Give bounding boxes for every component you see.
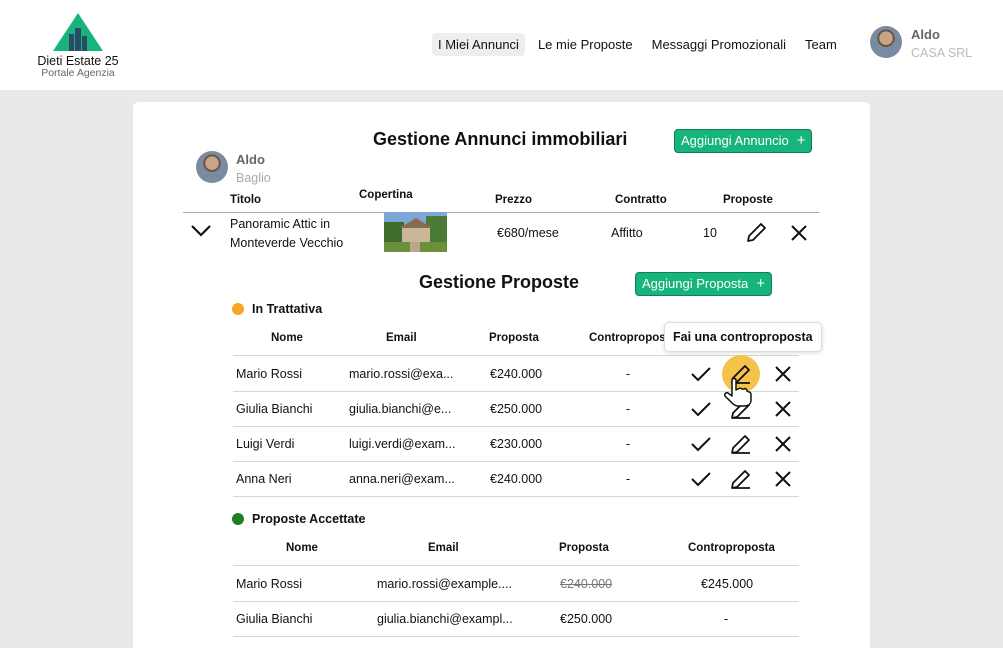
accepted-status-dot [232,513,244,525]
pending-counter: - [626,402,631,416]
add-proposal-button[interactable]: Aggiungi Proposta + [635,272,773,296]
pending-name: Mario Rossi [236,367,302,381]
col-cover: Copertina [359,189,413,201]
main-nav: I Miei Annunci Le mie Proposte Messaggi … [432,33,850,56]
pending-col-counter: Controproposta [589,332,676,344]
accepted-email: mario.rossi@example.... [377,577,512,591]
pending-col-amount: Proposta [489,332,539,344]
pending-col-name: Nome [271,332,303,344]
pending-amount: €240.000 [490,367,543,381]
accepted-amount: €250.000 [560,612,613,626]
pending-amount: €240.000 [490,472,543,486]
reject-x-icon[interactable] [774,435,792,453]
listing-proposal-count: 10 [703,226,717,240]
pending-name: Luigi Verdi [236,437,295,451]
counter-proposal-tooltip: Fai una controproposta [664,322,822,352]
row-divider [233,496,799,497]
delete-listing-icon[interactable] [790,224,808,242]
pending-counter: - [626,472,631,486]
pending-section-title: In Trattativa [252,302,323,316]
listing-title-line1: Panoramic Attic in [230,217,331,231]
accepted-col-email: Email [428,542,459,554]
col-contract: Contratto [615,194,667,206]
col-title: Titolo [230,194,262,206]
accepted-original-amount: €240.000 [560,577,613,591]
nav-my-listings[interactable]: I Miei Annunci [432,33,525,56]
accept-check-icon[interactable] [690,435,712,453]
pending-header-divider [233,355,799,356]
accepted-name: Mario Rossi [236,577,302,591]
edit-listing-icon[interactable] [743,220,769,246]
pending-email: mario.rossi@exa... [349,367,454,381]
brand-logo[interactable]: Dieti Estate 25 Portale Agenzia [30,12,126,78]
proposals-title: Gestione Proposte [419,272,580,292]
user-avatar [870,26,902,58]
accept-check-icon[interactable] [690,470,712,488]
reject-x-icon[interactable] [774,470,792,488]
col-price: Prezzo [495,194,533,206]
add-proposal-label: Aggiungi Proposta [642,276,749,291]
accepted-email: giulia.bianchi@exampl... [377,612,513,626]
listing-title-line2: Monteverde Vecchio [230,236,344,250]
brand-name: Dieti Estate 25 [37,54,119,68]
chevron-down-icon[interactable] [190,224,212,238]
pending-amount: €230.000 [490,437,543,451]
pending-counter: - [626,367,631,381]
accepted-name: Giulia Bianchi [236,612,313,626]
listing-title[interactable]: Panoramic Attic in Monteverde Vecchio [230,215,343,253]
counter-proposal-pencil-icon[interactable] [728,431,754,457]
plus-icon: + [756,275,766,292]
pending-amount: €250.000 [490,402,543,416]
accepted-section-title: Proposte Accettate [252,512,366,526]
col-proposals: Proposte [723,194,773,206]
accepted-counter: - [724,612,729,626]
pending-counter: - [626,437,631,451]
accepted-header-divider [233,565,799,566]
nav-my-proposals[interactable]: Le mie Proposte [532,33,639,56]
row-divider [233,636,799,637]
counter-proposal-pencil-icon[interactable] [728,466,754,492]
table-divider [183,212,819,213]
hand-cursor-icon [724,377,752,407]
user-name: Aldo [911,27,940,42]
add-listing-button[interactable]: Aggiungi Annuncio + [674,129,813,153]
plus-icon: + [796,132,806,149]
add-listing-label: Aggiungi Annuncio [681,133,789,148]
listing-contract: Affitto [611,226,643,240]
listing-price: €680/mese [497,226,559,240]
pending-email: luigi.verdi@exam... [349,437,456,451]
brand-subtitle: Portale Agenzia [41,67,115,79]
pending-status-dot [232,303,244,315]
pending-email: anna.neri@exam... [349,472,455,486]
listings-card: Gestione Annunci immobiliari Aggiungi An… [133,102,870,648]
agent-last-name: Baglio [236,171,271,185]
user-company: CASA SRL [911,46,973,60]
agent-first-name: Aldo [236,152,265,167]
pending-name: Giulia Bianchi [236,402,313,416]
agent-avatar [196,151,228,183]
top-header: Dieti Estate 25 Portale Agenzia I Miei A… [0,0,1003,90]
pending-name: Anna Neri [236,472,292,486]
accepted-col-amount: Proposta [559,542,609,554]
reject-x-icon[interactable] [774,365,792,383]
row-divider [233,461,799,462]
reject-x-icon[interactable] [774,400,792,418]
accepted-counter: €245.000 [701,577,754,591]
listing-cover-image [384,212,447,252]
house-logo-icon [53,13,103,51]
row-divider [233,426,799,427]
nav-promo-messages[interactable]: Messaggi Promozionali [646,33,792,56]
row-divider [233,601,799,602]
row-divider [233,391,799,392]
pending-col-email: Email [386,332,417,344]
accept-check-icon[interactable] [690,400,712,418]
accepted-col-name: Nome [286,542,318,554]
accepted-col-counter: Controproposta [688,542,775,554]
pending-email: giulia.bianchi@e... [349,402,452,416]
listings-title: Gestione Annunci immobiliari [373,129,628,149]
accept-check-icon[interactable] [690,365,712,383]
nav-team[interactable]: Team [799,33,843,56]
